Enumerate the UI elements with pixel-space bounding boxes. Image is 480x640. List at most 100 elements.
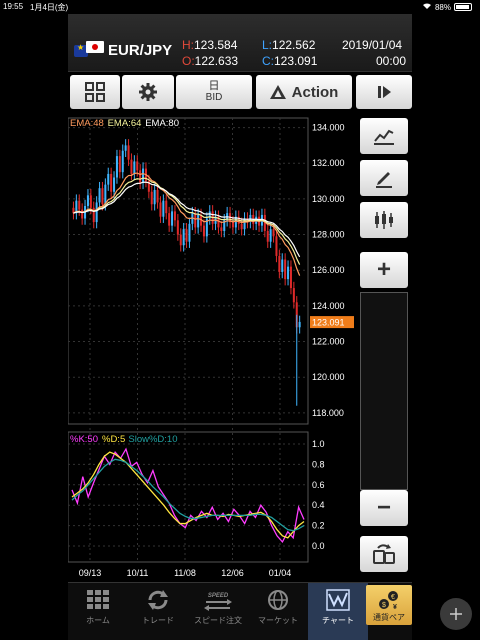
candle-body	[278, 255, 281, 272]
tab-trade[interactable]: トレード	[128, 583, 188, 640]
candle-body	[127, 145, 130, 160]
candle-body	[240, 223, 243, 230]
candle-body	[269, 229, 272, 242]
tab-market[interactable]: マーケット	[248, 583, 308, 640]
action-button[interactable]: Action	[256, 75, 352, 109]
tab-label: チャート	[322, 616, 354, 625]
tab-label: マーケット	[258, 616, 298, 625]
status-time: 19:55	[3, 2, 24, 11]
tab-home[interactable]: ホーム	[68, 583, 128, 640]
candle-body	[101, 188, 104, 205]
chart-grid	[68, 117, 309, 563]
chart-canvas[interactable]: 134.000 132.000 130.000 128.000 126.000 124.0…	[68, 114, 358, 582]
bar-date: 2019/01/04	[342, 38, 403, 52]
status-bar: 19:55 1月4日(金) 88%	[0, 0, 480, 14]
tab-chart[interactable]: チャート	[308, 583, 368, 640]
zoom-slider[interactable]	[360, 292, 408, 490]
settings-button[interactable]	[122, 75, 174, 109]
minimize-button[interactable]	[440, 598, 472, 630]
wifi-icon	[422, 2, 432, 12]
x-axis-tick-label: 10/11	[127, 568, 149, 578]
speed-icon: SPEED	[204, 593, 232, 611]
currency-icon: € $ ¥	[379, 591, 398, 611]
status-right: 88%	[422, 2, 472, 12]
chart-icon	[326, 589, 350, 611]
candle-body	[115, 156, 118, 178]
ema-legend-label: EMA:48	[70, 118, 104, 129]
candle-body	[165, 200, 168, 214]
stochastic-axis-tick-label: 0.4	[312, 500, 325, 510]
refresh-arrows-icon	[148, 590, 168, 610]
stochastic-axis-tick-label: 0.2	[312, 521, 325, 531]
chart-type-button[interactable]	[360, 202, 408, 238]
zoom-out-button[interactable]: −	[360, 490, 408, 526]
candle-body	[289, 266, 292, 289]
price-axis-tick-label: 128.000	[312, 230, 345, 240]
ema-legend-label: EMA:64	[108, 118, 142, 129]
rotate-button[interactable]	[360, 536, 408, 572]
candle-body	[281, 259, 284, 272]
candle-body	[272, 229, 275, 237]
candle-body	[133, 161, 136, 174]
chart-sidebar: + −	[358, 116, 412, 606]
price-axis-tick-label: 118.000	[312, 408, 344, 418]
candle-body	[284, 259, 287, 280]
battery-icon	[454, 3, 472, 11]
price-type-label: BID	[205, 92, 223, 103]
play-button[interactable]	[356, 75, 412, 109]
chart-toolbar: 日 BID Action	[68, 74, 412, 112]
candle-body	[173, 211, 176, 221]
grid-icon	[85, 82, 105, 102]
candle-body	[176, 220, 179, 235]
candle-body	[188, 223, 191, 242]
currency-pair-label: 通貨ペア	[373, 613, 405, 622]
candle-body	[194, 213, 197, 228]
svg-text:¥: ¥	[393, 604, 397, 611]
candle-body	[121, 150, 124, 173]
rotate-screen-icon	[373, 544, 395, 564]
price-axis-tick-label: 126.000	[312, 265, 345, 275]
candle-body	[124, 145, 127, 151]
low-price: L:122.562	[262, 38, 316, 52]
price-axis-tick-label: 122.000	[312, 337, 345, 347]
layout-button[interactable]	[70, 75, 120, 109]
x-axis-tick-label: 11/08	[174, 568, 196, 578]
candle-body	[159, 202, 162, 217]
status-date: 1月4日(金)	[30, 3, 69, 12]
indicator-button[interactable]	[360, 118, 408, 154]
stochastic-axis-tick-label: 0.0	[312, 541, 325, 551]
tab-speed-order[interactable]: SPEED スピード注文	[188, 583, 248, 640]
candle-body	[298, 321, 301, 328]
zoom-in-button[interactable]: +	[360, 252, 408, 288]
candle-body	[275, 236, 278, 256]
candle-body	[156, 189, 159, 203]
candlestick-icon	[375, 211, 393, 229]
period-price-button[interactable]: 日 BID	[176, 75, 252, 109]
stochastic-legend-label: %K:50	[70, 434, 98, 445]
gear-icon	[139, 83, 157, 101]
candle-body	[130, 159, 133, 174]
candle-body	[81, 209, 84, 219]
currency-pair-button[interactable]: € $ ¥ 通貨ペア	[366, 585, 412, 625]
candle-body	[95, 202, 98, 223]
candle-body	[287, 266, 290, 280]
period-label: 日	[208, 80, 220, 92]
price-axis-tick-label: 124.000	[312, 301, 345, 311]
x-axis-tick-label: 12/06	[221, 568, 244, 578]
currency-pair-flag-icon	[74, 41, 106, 59]
candle-body	[179, 234, 182, 246]
candle-body	[110, 173, 113, 192]
draw-button[interactable]	[360, 160, 408, 196]
candle-body	[243, 218, 246, 230]
line-chart-icon	[374, 129, 394, 145]
svg-text:SPEED: SPEED	[208, 593, 229, 599]
candle-body	[104, 184, 107, 205]
candle-body	[107, 173, 110, 185]
currency-pair-title[interactable]: EUR/JPY	[108, 42, 172, 59]
tab-label: トレード	[142, 616, 174, 625]
candle-body	[266, 230, 269, 242]
collapse-arrows-icon	[450, 608, 462, 620]
step-forward-icon	[378, 86, 391, 98]
open-price: O:122.633	[182, 54, 239, 68]
stochastic-legend-label: %D:5	[102, 434, 125, 445]
